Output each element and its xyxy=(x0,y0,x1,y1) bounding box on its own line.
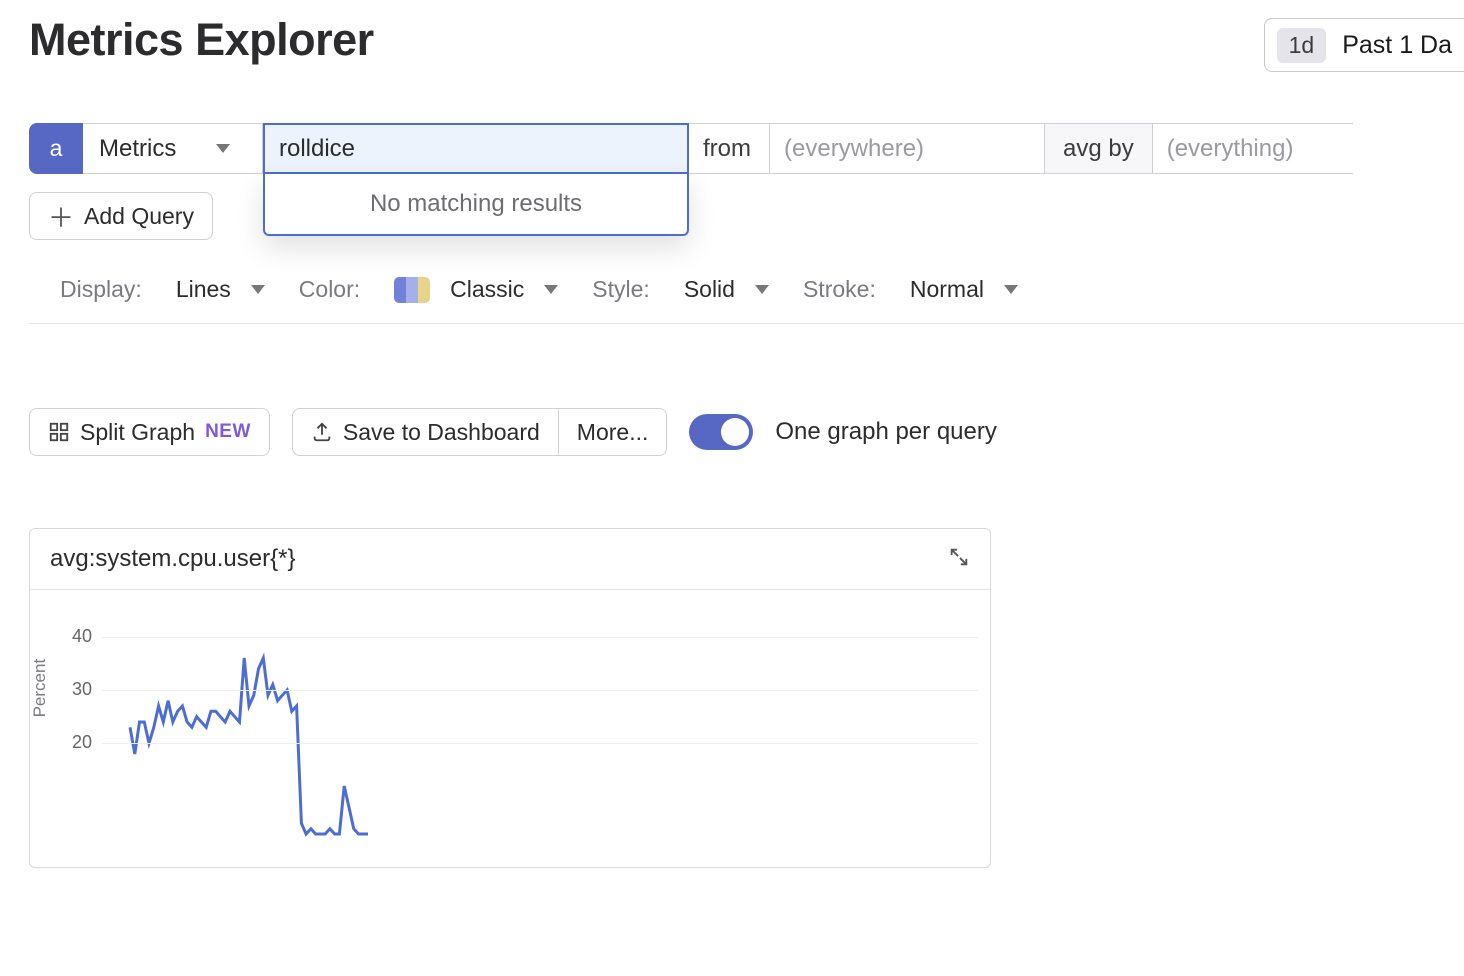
y-tick: 20 xyxy=(102,743,978,744)
from-label: from xyxy=(689,123,770,174)
upload-icon xyxy=(311,421,333,443)
query-id-tag[interactable]: a xyxy=(29,123,83,174)
chevron-down-icon xyxy=(544,285,558,294)
save-label: Save to Dashboard xyxy=(343,419,540,446)
time-range-label: Past 1 Da xyxy=(1342,31,1452,60)
chevron-down-icon xyxy=(251,285,265,294)
color-label: Color: xyxy=(299,276,360,303)
display-type-select[interactable]: Lines xyxy=(176,276,265,303)
save-to-dashboard-button[interactable]: Save to Dashboard xyxy=(292,408,558,456)
time-range-picker[interactable]: 1d Past 1 Da xyxy=(1264,18,1464,72)
display-options-bar: Display: Lines Color: Classic Style: Sol… xyxy=(29,262,1464,324)
toggle-label: One graph per query xyxy=(775,418,996,446)
aggregation-select[interactable]: avg by xyxy=(1045,123,1153,174)
stroke-label: Stroke: xyxy=(803,276,876,303)
new-badge: NEW xyxy=(205,421,251,443)
stroke-value: Normal xyxy=(910,276,984,303)
style-select[interactable]: Solid xyxy=(684,276,769,303)
more-button[interactable]: More... xyxy=(558,408,668,456)
chart-card: avg:system.cpu.user{*} Percent 20 30 40 xyxy=(29,528,991,868)
y-tick: 40 xyxy=(102,637,978,638)
stroke-select[interactable]: Normal xyxy=(910,276,1018,303)
chevron-down-icon xyxy=(1004,285,1018,294)
display-type-value: Lines xyxy=(176,276,231,303)
y-axis-label: Percent xyxy=(30,659,50,718)
style-label: Style: xyxy=(592,276,650,303)
group-by-input[interactable]: (everything) xyxy=(1153,123,1353,174)
more-label: More... xyxy=(577,419,649,446)
display-label: Display: xyxy=(60,276,142,303)
style-value: Solid xyxy=(684,276,735,303)
metrics-source-select[interactable]: Metrics xyxy=(83,123,263,174)
expand-icon[interactable] xyxy=(948,546,970,573)
page-title: Metrics Explorer xyxy=(29,14,374,66)
save-button-group: Save to Dashboard More... xyxy=(292,408,667,456)
y-tick: 30 xyxy=(102,690,978,691)
chevron-down-icon xyxy=(216,144,230,153)
time-range-pill: 1d xyxy=(1277,28,1327,63)
color-swatch-icon xyxy=(394,277,430,303)
split-graph-label: Split Graph xyxy=(80,419,195,446)
color-select[interactable]: Classic xyxy=(394,276,558,303)
color-value: Classic xyxy=(450,276,524,303)
autocomplete-dropdown: No matching results xyxy=(263,174,689,236)
add-query-button[interactable]: ＋ Add Query xyxy=(29,192,213,240)
from-scope-input[interactable]: (everywhere) xyxy=(770,123,1045,174)
metric-name-input[interactable] xyxy=(263,123,689,174)
chart-title: avg:system.cpu.user{*} xyxy=(50,545,295,573)
plus-icon: ＋ xyxy=(48,198,74,235)
split-graph-button[interactable]: Split Graph NEW xyxy=(29,408,270,456)
line-chart xyxy=(130,610,990,850)
query-row: a Metrics No matching results from (ever… xyxy=(29,123,1464,174)
add-query-label: Add Query xyxy=(84,203,194,230)
split-graph-icon xyxy=(48,421,70,443)
one-graph-per-query-toggle[interactable] xyxy=(689,414,753,450)
metrics-source-label: Metrics xyxy=(99,135,176,163)
chevron-down-icon xyxy=(755,285,769,294)
